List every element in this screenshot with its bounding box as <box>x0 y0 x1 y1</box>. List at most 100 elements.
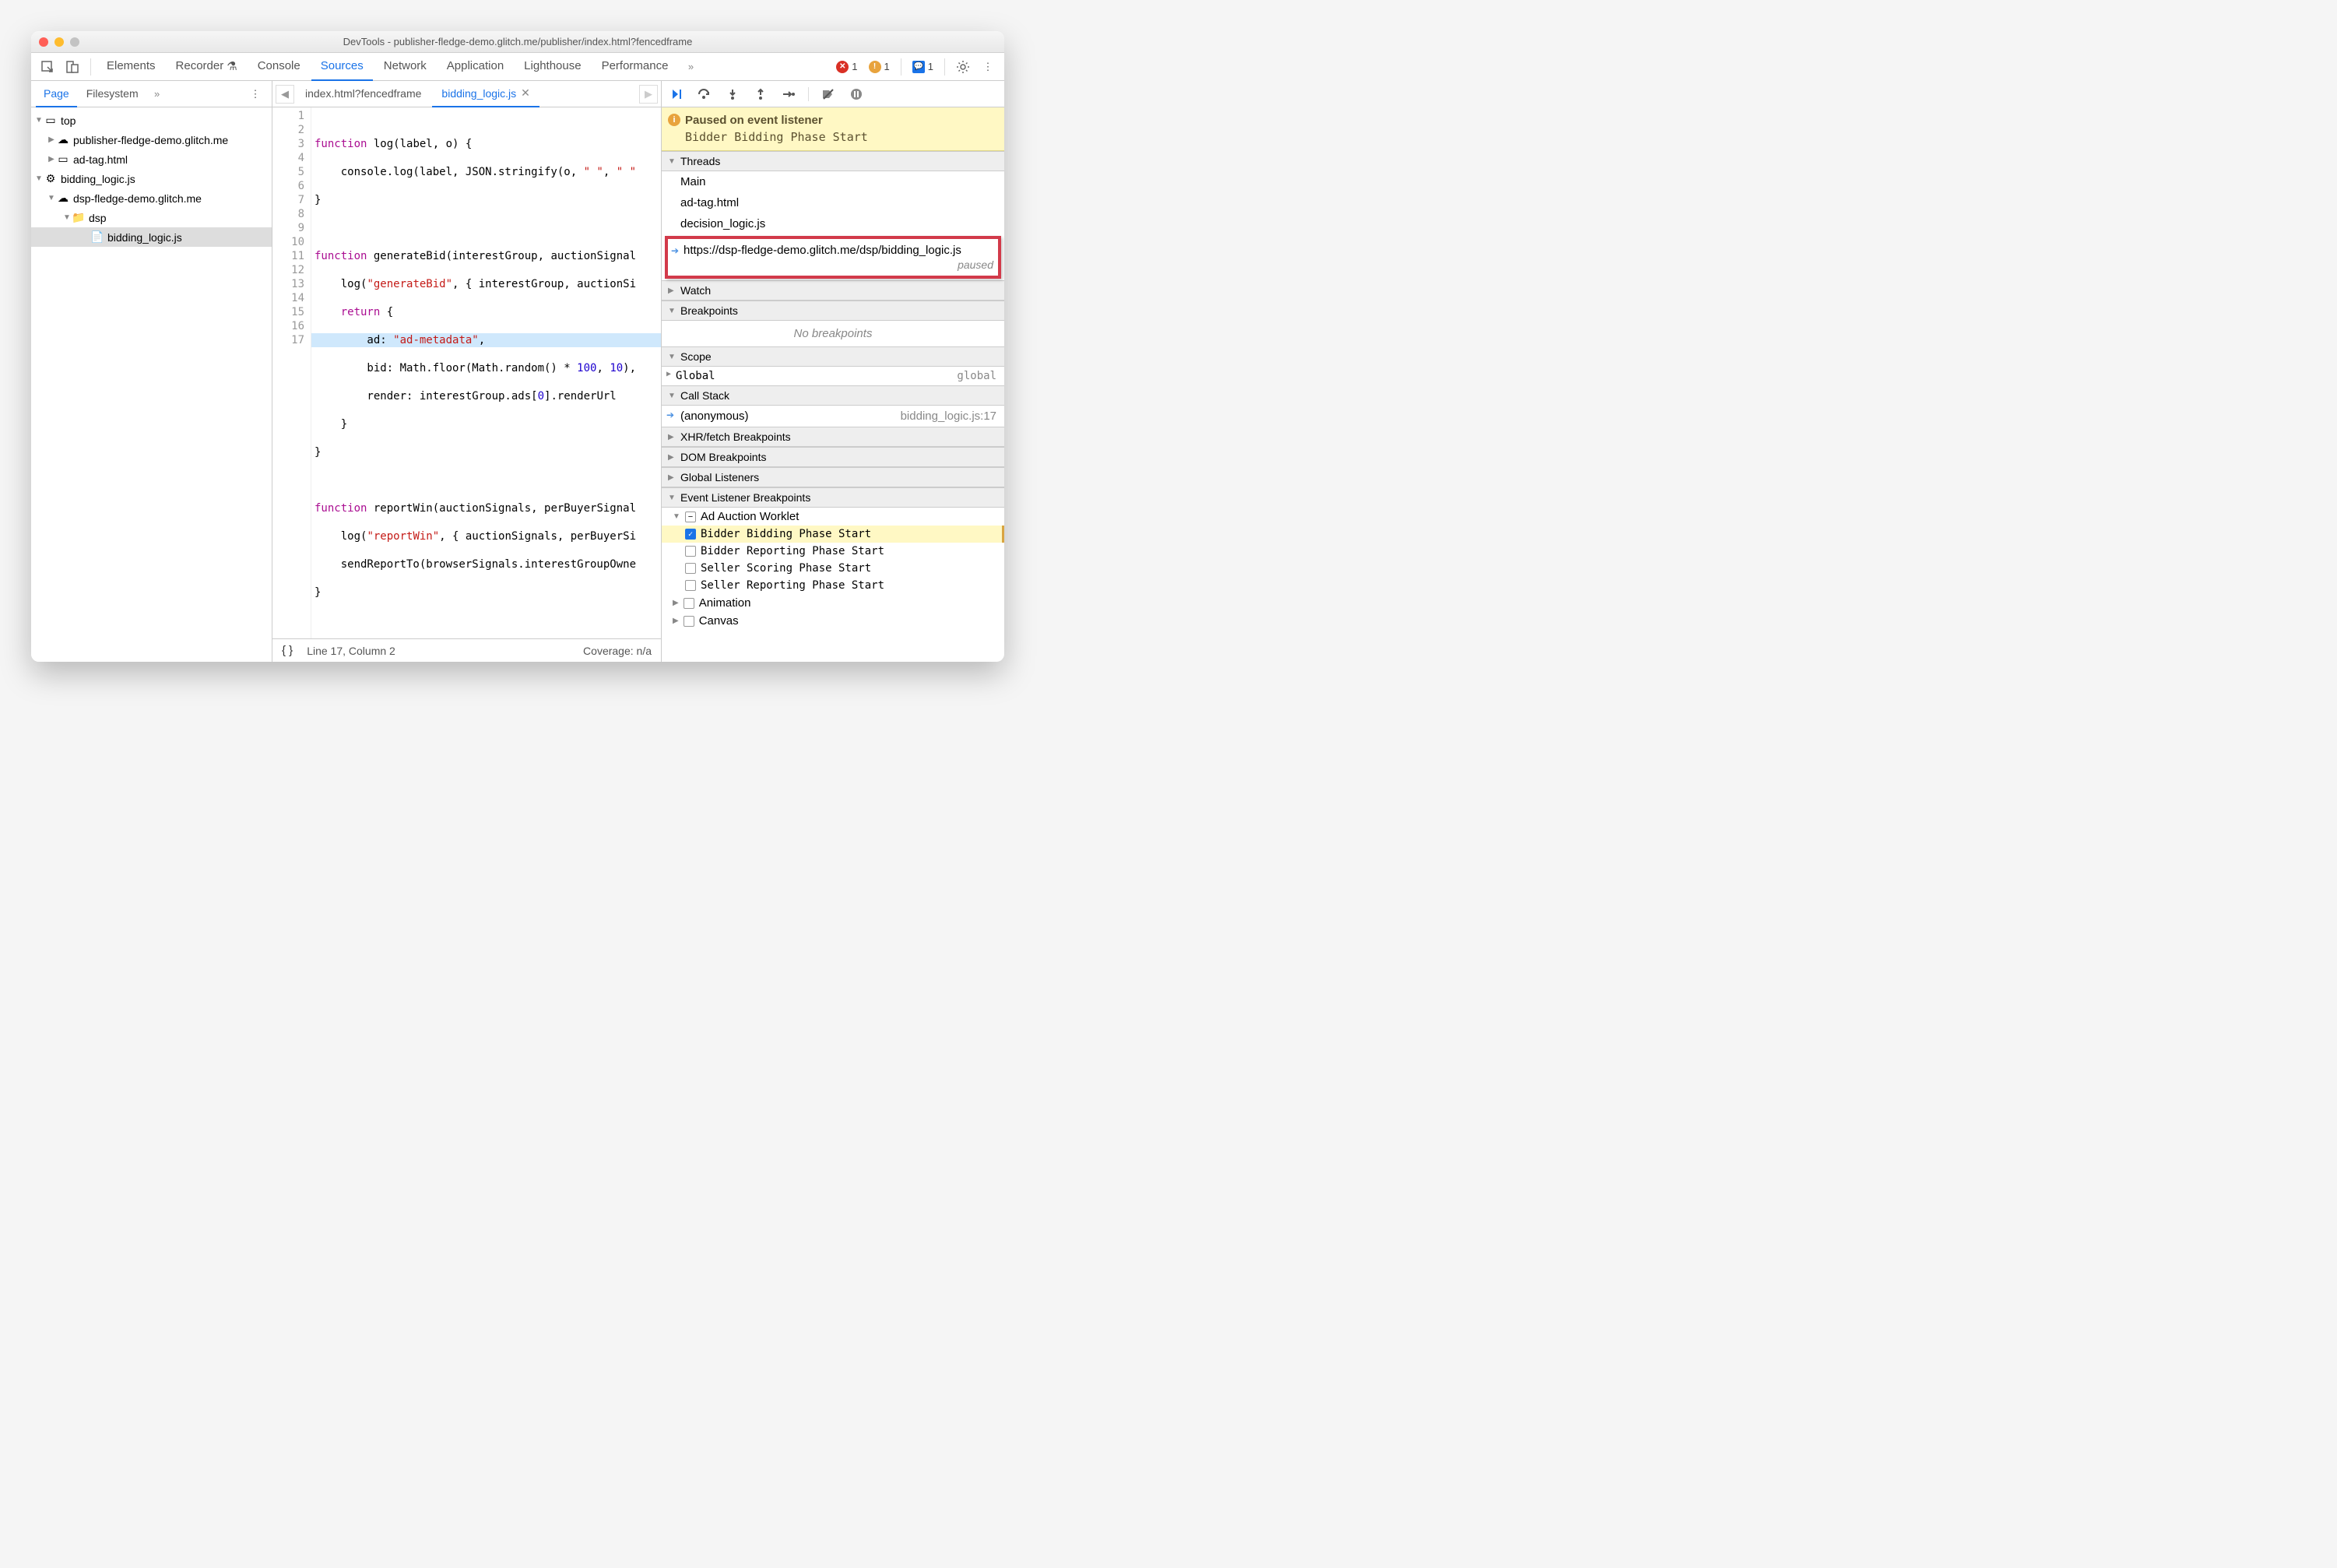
call-fn-label: (anonymous) <box>680 410 749 423</box>
info-icon: i <box>668 114 680 126</box>
event-category-ad-auction[interactable]: ▼−Ad Auction Worklet <box>662 508 1004 526</box>
titlebar: DevTools - publisher-fledge-demo.glitch.… <box>31 31 1004 53</box>
file-tab-index[interactable]: index.html?fencedframe <box>296 81 430 107</box>
thread-decision[interactable]: decision_logic.js <box>662 213 1004 234</box>
file-tree: ▼▭top ▶☁publisher-fledge-demo.glitch.me … <box>31 107 272 662</box>
warning-icon: ! <box>869 61 881 73</box>
nav-back-icon[interactable]: ◀ <box>276 85 294 104</box>
scope-global[interactable]: ▶Globalglobal <box>662 367 1004 385</box>
event-bidder-reporting-start[interactable]: Bidder Reporting Phase Start <box>662 543 1004 560</box>
folder-icon: 📁 <box>72 211 86 224</box>
xhr-header[interactable]: ▶XHR/fetch Breakpoints <box>662 427 1004 447</box>
thread-adtag[interactable]: ad-tag.html <box>662 192 1004 213</box>
indeterminate-checkbox-icon[interactable]: − <box>685 512 696 522</box>
checkbox-icon[interactable] <box>685 563 696 574</box>
tab-recorder-label: Recorder <box>176 59 224 72</box>
tab-performance[interactable]: Performance <box>592 53 678 81</box>
watch-label: Watch <box>680 284 711 297</box>
tree-host-dsp[interactable]: ▼☁dsp-fledge-demo.glitch.me <box>31 188 272 208</box>
navigator-tabs: Page Filesystem » ⋮ <box>31 81 272 107</box>
xhr-label: XHR/fetch Breakpoints <box>680 431 791 443</box>
pause-exceptions-icon[interactable] <box>848 86 865 103</box>
threads-label: Threads <box>680 155 720 167</box>
cloud-icon: ☁ <box>56 192 70 205</box>
tree-top[interactable]: ▼▭top <box>31 111 272 130</box>
debugger-toolbar <box>662 81 1004 107</box>
checkbox-icon[interactable]: ✓ <box>685 529 696 540</box>
close-tab-icon[interactable]: ✕ <box>521 86 530 100</box>
dom-bp-header[interactable]: ▶DOM Breakpoints <box>662 447 1004 467</box>
callstack-header[interactable]: ▼Call Stack <box>662 385 1004 406</box>
tree-top-label: top <box>61 114 76 127</box>
tab-network[interactable]: Network <box>374 53 436 81</box>
event-bp-header[interactable]: ▼Event Listener Breakpoints <box>662 487 1004 508</box>
tab-sources[interactable]: Sources <box>311 53 373 81</box>
callstack-frame[interactable]: ➔(anonymous)bidding_logic.js:17 <box>662 406 1004 427</box>
code-content[interactable]: function log(label, o) { console.log(lab… <box>311 107 661 638</box>
step-over-icon[interactable] <box>696 86 713 103</box>
event-seller-reporting-start[interactable]: Seller Reporting Phase Start <box>662 577 1004 594</box>
resume-icon[interactable] <box>668 86 685 103</box>
main-toolbar: Elements Recorder ⚗ Console Sources Netw… <box>31 53 1004 81</box>
settings-icon[interactable] <box>951 55 975 79</box>
scope-header[interactable]: ▼Scope <box>662 346 1004 367</box>
tab-recorder[interactable]: Recorder ⚗ <box>167 53 247 81</box>
dom-label: DOM Breakpoints <box>680 451 766 463</box>
more-nav-tabs-icon[interactable]: » <box>148 83 167 106</box>
scope-label: Scope <box>680 350 712 363</box>
tab-console[interactable]: Console <box>248 53 310 81</box>
tab-lighthouse[interactable]: Lighthouse <box>515 53 590 81</box>
tree-bidding-context[interactable]: ▼⚙bidding_logic.js <box>31 169 272 188</box>
warnings-badge[interactable]: !1 <box>864 59 894 75</box>
watch-header[interactable]: ▶Watch <box>662 280 1004 301</box>
global-listeners-header[interactable]: ▶Global Listeners <box>662 467 1004 487</box>
breakpoints-header[interactable]: ▼Breakpoints <box>662 301 1004 321</box>
nav-tab-filesystem[interactable]: Filesystem <box>79 81 146 107</box>
checkbox-icon[interactable] <box>685 580 696 591</box>
kebab-icon[interactable]: ⋮ <box>976 55 1000 79</box>
event-seller-scoring-start[interactable]: Seller Scoring Phase Start <box>662 560 1004 577</box>
thread-main[interactable]: Main <box>662 171 1004 192</box>
step-into-icon[interactable] <box>724 86 741 103</box>
event-category-animation[interactable]: ▶Animation <box>662 594 1004 612</box>
flask-icon: ⚗ <box>227 59 237 73</box>
pretty-print-icon[interactable]: { } <box>282 644 293 657</box>
checkbox-icon[interactable] <box>684 616 694 627</box>
cursor-position: Line 17, Column 2 <box>307 645 395 657</box>
deactivate-breakpoints-icon[interactable] <box>820 86 837 103</box>
thread-active-highlighted[interactable]: ➔ https://dsp-fledge-demo.glitch.me/dsp/… <box>665 236 1001 279</box>
inspect-icon[interactable] <box>36 55 59 79</box>
threads-header[interactable]: ▼Threads <box>662 151 1004 171</box>
cloud-icon: ☁ <box>56 133 70 146</box>
issues-count: 1 <box>928 61 933 72</box>
error-icon: ✕ <box>836 61 849 73</box>
step-icon[interactable] <box>780 86 797 103</box>
event-bidder-bidding-start[interactable]: ✓Bidder Bidding Phase Start <box>662 526 1004 543</box>
frame-icon: ▭ <box>56 153 70 166</box>
tree-folder-dsp[interactable]: ▼📁dsp <box>31 208 272 227</box>
tree-host-publisher[interactable]: ▶☁publisher-fledge-demo.glitch.me <box>31 130 272 149</box>
event-category-canvas[interactable]: ▶Canvas <box>662 612 1004 630</box>
nav-forward-icon[interactable]: ▶ <box>639 85 658 104</box>
event-cat-label: Canvas <box>699 614 739 628</box>
global-listeners-label: Global Listeners <box>680 471 759 483</box>
errors-badge[interactable]: ✕1 <box>831 59 862 75</box>
file-tab-bidding[interactable]: bidding_logic.js✕ <box>432 81 539 107</box>
code-editor[interactable]: 1234567891011121314151617 function log(l… <box>272 107 661 638</box>
tree-adtag[interactable]: ▶▭ad-tag.html <box>31 149 272 169</box>
step-out-icon[interactable] <box>752 86 769 103</box>
checkbox-icon[interactable] <box>685 546 696 557</box>
tab-elements[interactable]: Elements <box>97 53 165 81</box>
more-tabs-icon[interactable]: » <box>679 55 702 79</box>
editor-statusbar: { } Line 17, Column 2 Coverage: n/a <box>272 638 661 662</box>
tab-application[interactable]: Application <box>438 53 513 81</box>
tree-file-bidding[interactable]: 📄bidding_logic.js <box>31 227 272 247</box>
navigator-panel: Page Filesystem » ⋮ ▼▭top ▶☁publisher-fl… <box>31 81 272 662</box>
call-loc-label: bidding_logic.js:17 <box>901 410 996 423</box>
device-icon[interactable] <box>61 55 84 79</box>
issues-badge[interactable]: 💬1 <box>908 59 938 75</box>
nav-kebab-icon[interactable]: ⋮ <box>244 83 267 106</box>
no-breakpoints: No breakpoints <box>662 321 1004 346</box>
checkbox-icon[interactable] <box>684 598 694 609</box>
nav-tab-page[interactable]: Page <box>36 81 77 107</box>
